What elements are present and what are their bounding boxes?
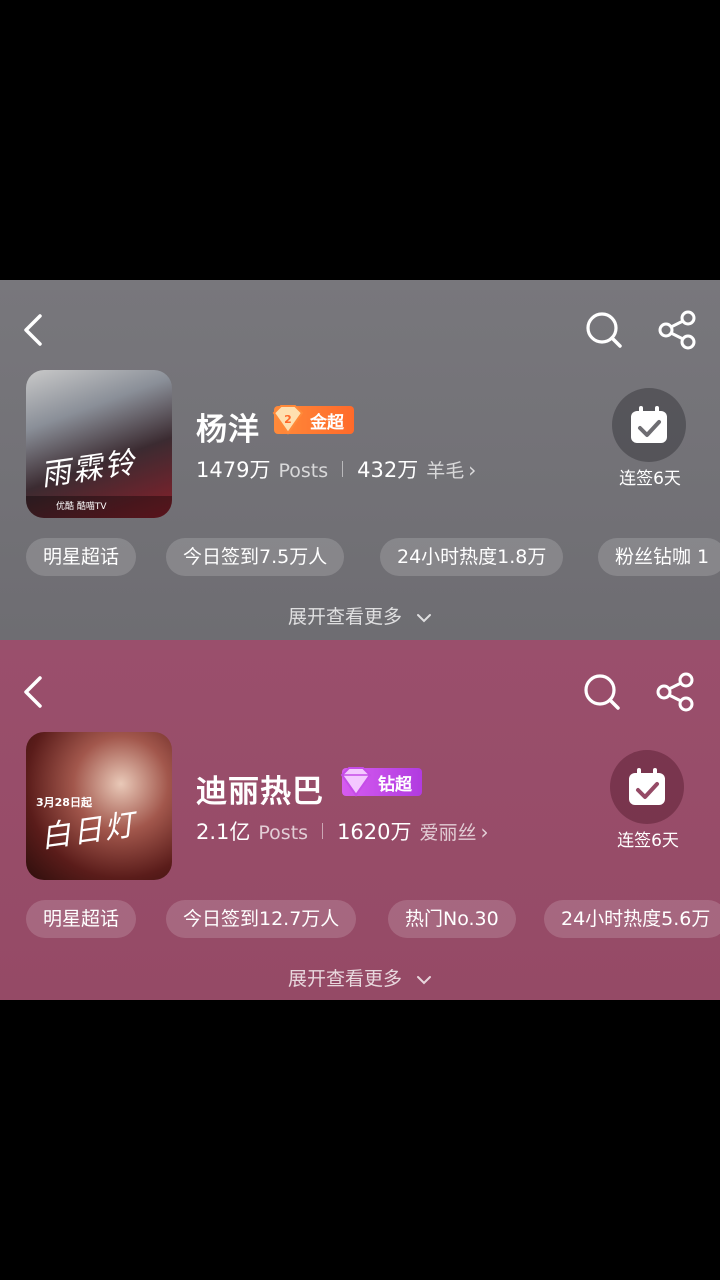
cover-title: 雨霖铃 xyxy=(38,445,139,494)
supertopic-header-yangyang: 雨霖铃 优酷 酷喵TV 杨洋 2 金超 1479万 Posts 432万 羊毛 … xyxy=(0,280,720,640)
checkin-button[interactable] xyxy=(612,388,686,462)
fans-label[interactable]: 羊毛 xyxy=(426,456,464,483)
diamond-super-badge[interactable]: 钻超 xyxy=(340,767,422,797)
topic-cover-image[interactable]: 雨霖铃 优酷 酷喵TV xyxy=(26,370,172,518)
chip-category[interactable]: 明星超话 xyxy=(26,538,137,576)
badge-label: 钻超 xyxy=(378,775,412,795)
calendar-check-icon xyxy=(629,768,665,805)
share-icon[interactable] xyxy=(656,310,700,350)
chip-category[interactable]: 明星超话 xyxy=(26,900,137,938)
chip-checkin-count[interactable]: 今日签到7.5万人 xyxy=(166,538,345,576)
back-arrow-icon[interactable] xyxy=(16,310,52,350)
topic-stats: 1479万 Posts 432万 羊毛 › xyxy=(196,454,476,484)
gold-super-badge[interactable]: 2 金超 xyxy=(272,405,354,435)
cover-logo-strip: 优酷 酷喵TV xyxy=(26,496,172,518)
diamond-icon: 2 xyxy=(272,405,304,435)
search-icon[interactable] xyxy=(582,672,622,712)
fans-label[interactable]: 爱丽丝 xyxy=(420,818,477,845)
chip-hot-rank[interactable]: 热门No.30 xyxy=(388,900,516,938)
chevron-down-icon xyxy=(417,613,432,622)
expand-more-button[interactable]: 展开查看更多 xyxy=(0,964,720,991)
stats-divider xyxy=(342,461,344,477)
checkin-label: 连签6天 xyxy=(617,831,679,851)
posts-label: Posts xyxy=(278,460,329,482)
expand-label: 展开查看更多 xyxy=(287,968,402,990)
calendar-check-icon xyxy=(631,406,667,443)
diamond-icon xyxy=(340,767,372,797)
chip-checkin-count[interactable]: 今日签到12.7万人 xyxy=(166,900,357,938)
topic-name: 杨洋 xyxy=(196,412,260,448)
topic-name: 迪丽热巴 xyxy=(196,774,324,810)
expand-more-button[interactable]: 展开查看更多 xyxy=(0,602,720,629)
posts-count: 1479万 xyxy=(196,458,271,482)
topic-cover-image[interactable]: 3月28日起 白日灯 xyxy=(26,732,172,880)
chevron-right-icon[interactable]: › xyxy=(481,820,489,844)
svg-text:2: 2 xyxy=(284,413,292,426)
fans-count[interactable]: 432万 xyxy=(357,454,418,484)
posts-label: Posts xyxy=(258,822,309,844)
badge-label: 金超 xyxy=(310,413,344,433)
back-arrow-icon[interactable] xyxy=(16,672,52,712)
supertopic-header-dilireba: 3月28日起 白日灯 迪丽热巴 钻超 2.1亿 Posts 1620万 爱丽丝 … xyxy=(0,640,720,1000)
search-icon[interactable] xyxy=(584,310,624,350)
checkin-button[interactable] xyxy=(610,750,684,824)
chip-fans[interactable]: 粉丝钻咖 1 xyxy=(598,538,720,576)
expand-label: 展开查看更多 xyxy=(287,606,402,628)
stats-divider xyxy=(322,823,324,839)
share-icon[interactable] xyxy=(654,672,698,712)
chip-heat[interactable]: 24小时热度5.6万 xyxy=(544,900,720,938)
chevron-down-icon xyxy=(417,975,432,984)
fans-count[interactable]: 1620万 xyxy=(337,816,411,846)
posts-count: 2.1亿 xyxy=(196,820,251,844)
chip-heat[interactable]: 24小时热度1.8万 xyxy=(380,538,564,576)
topic-stats: 2.1亿 Posts 1620万 爱丽丝 › xyxy=(196,816,489,846)
chevron-right-icon[interactable]: › xyxy=(468,458,476,482)
checkin-label: 连签6天 xyxy=(619,469,681,489)
